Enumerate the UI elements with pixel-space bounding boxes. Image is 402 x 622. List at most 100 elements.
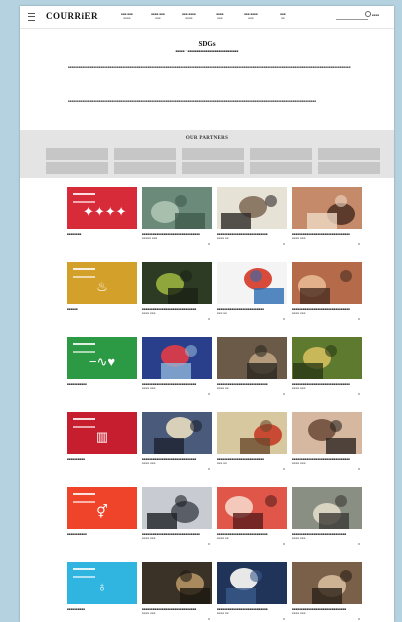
- article-tag: ■■■■ ■■■: [292, 386, 306, 390]
- partners-title: OUR PARTNERS: [185, 136, 229, 141]
- article-thumbnail[interactable]: [142, 187, 212, 229]
- article-card[interactable]: ■■■■■■■■■■■■■■■■■■■■■■■■■■■■■■ ■■■■ ■■■: [292, 607, 362, 619]
- partner-logo[interactable]: [46, 148, 108, 160]
- bookmark-icon[interactable]: [283, 393, 285, 395]
- article-tag: ■■■■ ■■: [217, 536, 229, 540]
- bookmark-icon[interactable]: [283, 618, 285, 620]
- bookmark-icon[interactable]: [358, 618, 360, 620]
- article-card[interactable]: ■■■■■■■■■■■■■■■■■■■■■■■■■■■■■■ ■■■■ ■■■: [292, 532, 362, 544]
- article-card[interactable]: ■■■■■■■■■■■■■■■■■■■■■■■■■■■■■■■■ ■■■■ ■■■: [142, 532, 212, 544]
- article-card[interactable]: ■■■■■■■■■■■■■■■■■■■■■■■■■■■■ ■■■■ ■■: [217, 232, 287, 244]
- nav-item[interactable]: ■■■ ■■: [270, 12, 296, 20]
- bookmark-icon[interactable]: [358, 243, 360, 245]
- article-thumbnail[interactable]: [292, 487, 362, 529]
- article-card[interactable]: ■■■■■■■■■■■■■■■■■■■■■■■■■■■■■■■■ ■■■■ ■■■: [292, 307, 362, 319]
- bookmark-icon[interactable]: [208, 393, 210, 395]
- article-card[interactable]: ■■■■■■■■■■■■■■■■■■■■■■■■■■■■ ■■■■ ■■: [217, 532, 287, 544]
- bookmark-icon[interactable]: [208, 243, 210, 245]
- sdg-goal-heading: [73, 343, 95, 353]
- partner-logo[interactable]: [46, 162, 108, 174]
- sdg-goal-heading: [73, 268, 95, 278]
- site-logo[interactable]: COURRiER: [46, 11, 98, 21]
- nav-item[interactable]: ■■■ ■■■■■■■: [238, 12, 264, 20]
- nav-item[interactable]: ■■■■ ■■■: [207, 12, 233, 20]
- article-thumbnail[interactable]: [217, 412, 287, 454]
- search-input[interactable]: [336, 15, 368, 20]
- nav-item[interactable]: ■■■ ■■■■ ■■■■: [176, 12, 202, 20]
- sdg-goal-tile[interactable]: ▥: [67, 412, 137, 454]
- bookmark-icon[interactable]: [358, 468, 360, 470]
- article-thumbnail[interactable]: [142, 412, 212, 454]
- partner-logo[interactable]: [182, 148, 244, 160]
- gender-equality-icon: ⚥: [96, 504, 108, 519]
- sdg-goal-caption[interactable]: ■■■■■■■■■■■: [67, 382, 137, 394]
- article-thumbnail[interactable]: [142, 562, 212, 604]
- sdg-goal-tile[interactable]: ✦✦✦✦: [67, 187, 137, 229]
- article-card[interactable]: ■■■■■■■■■■■■■■■■■■■■■■■■■■■■■■ ■■■■ ■■■: [142, 457, 212, 469]
- article-thumbnail[interactable]: [217, 187, 287, 229]
- partner-logo[interactable]: [182, 162, 244, 174]
- bookmark-icon[interactable]: [208, 618, 210, 620]
- search-icon[interactable]: [365, 11, 371, 17]
- bookmark-icon[interactable]: [208, 468, 210, 470]
- article-thumbnail[interactable]: [217, 487, 287, 529]
- partner-logo[interactable]: [318, 148, 380, 160]
- article-card[interactable]: ■■■■■■■■■■■■■■■■■■■■■■■■■■ ■■■ ■■: [217, 457, 287, 469]
- article-card[interactable]: ■■■■■■■■■■■■■■■■■■■■■■■■■■■■■■■■ ■■■■ ■■■: [292, 382, 362, 394]
- article-thumbnail[interactable]: [217, 262, 287, 304]
- header-menu-button[interactable]: ■■■■: [372, 13, 379, 17]
- article-thumbnail[interactable]: [217, 337, 287, 379]
- article-thumbnail[interactable]: [292, 412, 362, 454]
- partner-logo[interactable]: [318, 162, 380, 174]
- hamburger-menu-icon[interactable]: [28, 13, 35, 21]
- article-card[interactable]: ■■■■■■■■■■■■■■■■■■■■■■■■■■■■■■ ■■■■ ■■■: [142, 307, 212, 319]
- bookmark-icon[interactable]: [208, 318, 210, 320]
- bookmark-icon[interactable]: [283, 243, 285, 245]
- article-card[interactable]: ■■■■■■■■■■■■■■■■■■■■■■■■■■ ■■■ ■■: [217, 307, 287, 319]
- article-thumbnail[interactable]: [292, 562, 362, 604]
- article-tag: ■■■ ■■: [217, 461, 227, 465]
- sdg-goal-caption[interactable]: ■■■■■■■■■■: [67, 607, 137, 619]
- sdg-goal-tile[interactable]: ⚥: [67, 487, 137, 529]
- partner-logo[interactable]: [114, 162, 176, 174]
- bookmark-icon[interactable]: [283, 318, 285, 320]
- nav-item-sublabel: ■■: [281, 16, 285, 20]
- bookmark-icon[interactable]: [208, 543, 210, 545]
- article-card[interactable]: ■■■■■■■■■■■■■■■■■■■■■■■■■■■■ ■■■■ ■■: [217, 607, 287, 619]
- bookmark-icon[interactable]: [283, 468, 285, 470]
- sdg-goal-caption[interactable]: ■■■■■■■■■■■: [67, 532, 137, 544]
- bookmark-icon[interactable]: [358, 543, 360, 545]
- partner-logo[interactable]: [114, 148, 176, 160]
- partner-logo[interactable]: [250, 148, 312, 160]
- article-tag: ■■■■ ■■: [217, 236, 229, 240]
- sdg-goal-caption[interactable]: ■■■■■■■■■■: [67, 457, 137, 469]
- nav-item[interactable]: ■■■ ■■■■■■■: [114, 12, 140, 20]
- article-thumbnail[interactable]: [217, 562, 287, 604]
- sdg-goal-tile[interactable]: −∿♥: [67, 337, 137, 379]
- partner-logo[interactable]: [250, 162, 312, 174]
- article-card[interactable]: ■■■■■■■■■■■■■■■■■■■■■■■■■■■■■■■■ ■■■■ ■■■: [292, 457, 362, 469]
- sdg-goal-tile[interactable]: ♁: [67, 562, 137, 604]
- sdg-goal-caption[interactable]: ■■■■■■■■: [67, 232, 137, 244]
- article-thumbnail[interactable]: [142, 337, 212, 379]
- article-tag: ■■■■ ■■■: [142, 311, 156, 315]
- article-thumbnail[interactable]: [292, 262, 362, 304]
- article-thumbnail[interactable]: [142, 262, 212, 304]
- article-card[interactable]: ■■■■■■■■■■■■■■■■■■■■■■■■■■■■■■■■ ■■■■ ■■■: [292, 232, 362, 244]
- article-thumbnail[interactable]: [292, 187, 362, 229]
- nav-item[interactable]: ■■■■ ■■■ ■■■: [145, 12, 171, 20]
- article-thumbnail[interactable]: [142, 487, 212, 529]
- article-card[interactable]: ■■■■■■■■■■■■■■■■■■■■■■■■■■■■■■ ■■■■ ■■■: [142, 607, 212, 619]
- article-tag: ■■■ ■■: [217, 311, 227, 315]
- bookmark-icon[interactable]: [358, 318, 360, 320]
- sdg-goal-tile[interactable]: ♨: [67, 262, 137, 304]
- article-card[interactable]: ■■■■■■■■■■■■■■■■■■■■■■■■■■■■ ■■■■ ■■: [217, 382, 287, 394]
- article-card[interactable]: ■■■■■■■■■■■■■■■■■■■■■■■■■■■■■■ ■■■■ ■■■: [142, 382, 212, 394]
- page-subtitle: ■■■■■・■■■■■■■■■■■■■■■■■■■■■■■■■■■■: [175, 49, 239, 53]
- article-card[interactable]: ■■■■■■■■■■■■■■■■■■■■■■■■■■■■■■■■ ■■■■■ ■■…: [142, 232, 212, 244]
- heartbeat-icon: −∿♥: [88, 354, 116, 369]
- sdg-goal-caption[interactable]: ■■■■■■: [67, 307, 137, 319]
- bookmark-icon[interactable]: [283, 543, 285, 545]
- article-thumbnail[interactable]: [292, 337, 362, 379]
- bookmark-icon[interactable]: [358, 393, 360, 395]
